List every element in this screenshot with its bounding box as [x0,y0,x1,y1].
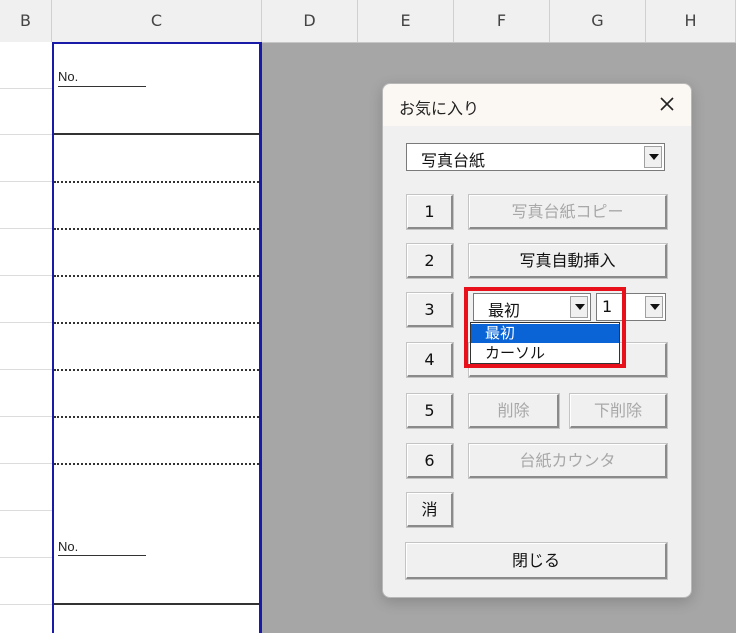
print-area-border [52,42,262,633]
grid-line [0,463,52,464]
highlight-box [464,287,626,368]
column-h-header[interactable]: H [646,0,736,42]
dialog-title: お気に入り [399,99,480,118]
grid-line [0,604,52,605]
copy-mount-button[interactable]: 写真台紙コピー [468,194,668,230]
column-g-header[interactable]: G [550,0,646,42]
close-button[interactable]: 閉じる [405,542,668,580]
column-f-header[interactable]: F [454,0,550,42]
grid-line [0,88,52,89]
mount-counter-button[interactable]: 台紙カウンタ [468,443,668,479]
delete-button[interactable]: 削除 [468,393,560,429]
chevron-down-icon[interactable] [645,296,663,318]
column-b-header[interactable]: B [0,0,52,42]
grid-line [0,228,52,229]
grid-line [0,275,52,276]
grid-line [0,134,52,135]
column-e-header[interactable]: E [358,0,454,42]
clear-button[interactable]: 消 [406,492,454,528]
template-select[interactable]: 写真台紙 [406,143,665,171]
button-3[interactable]: 3 [406,292,454,328]
dialog-titlebar[interactable]: お気に入り [383,84,691,126]
template-select-value: 写真台紙 [421,151,486,170]
column-header: B C D E F G H [0,0,736,43]
grid-line [0,416,52,417]
button-5[interactable]: 5 [406,393,454,429]
grid-line [0,510,52,511]
auto-insert-photo-button[interactable]: 写真自動挿入 [468,243,668,279]
button-4[interactable]: 4 [406,342,454,378]
grid-line [0,369,52,370]
button-6[interactable]: 6 [406,443,454,479]
grid-line [0,557,52,558]
grid-line [0,322,52,323]
button-1[interactable]: 1 [406,194,454,230]
close-icon[interactable] [655,92,679,116]
column-c-header[interactable]: C [52,0,262,42]
grid-line [0,181,52,182]
button-2[interactable]: 2 [406,243,454,279]
column-d-header[interactable]: D [262,0,358,42]
delete-below-button[interactable]: 下削除 [569,393,668,429]
chevron-down-icon[interactable] [644,146,662,168]
